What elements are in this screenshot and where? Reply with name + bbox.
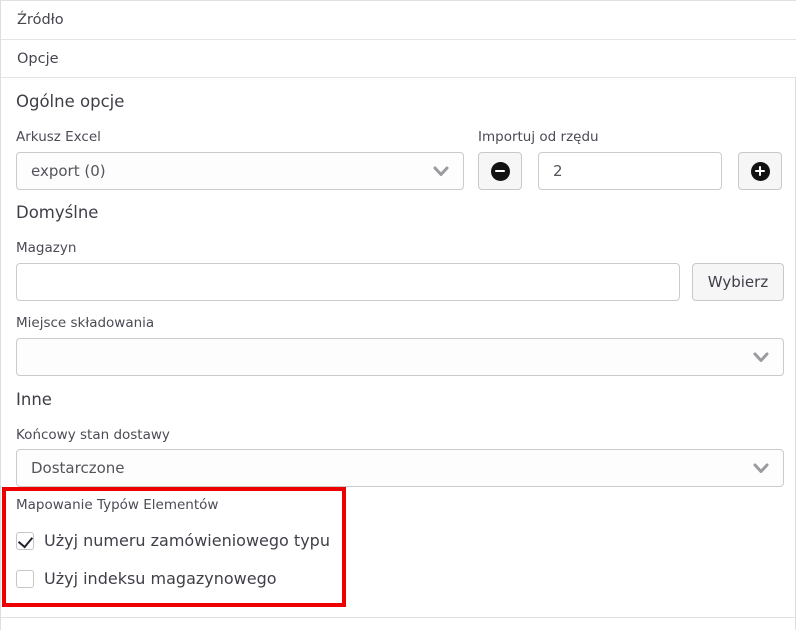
warehouse-label: Magazyn xyxy=(16,240,76,256)
storage-place-label: Miejsce składowania xyxy=(16,315,154,331)
chevron-down-icon xyxy=(753,463,769,474)
final-delivery-state-label: Końcowy stan dostawy xyxy=(16,427,170,443)
increment-row-button[interactable] xyxy=(738,152,782,190)
item-type-mapping-label: Mapowanie Typów Elementów xyxy=(16,497,218,513)
import-from-row-label: Importuj od rzędu xyxy=(478,129,599,145)
checkbox-icon[interactable] xyxy=(16,532,34,550)
storage-place-select[interactable] xyxy=(16,338,784,376)
other-heading: Inne xyxy=(16,390,52,409)
excel-sheet-value: export (0) xyxy=(31,162,425,180)
general-options-heading: Ogólne opcje xyxy=(16,92,124,111)
import-from-row-input[interactable] xyxy=(538,152,722,190)
use-order-number-type-checkbox[interactable]: Użyj numeru zamówieniowego typu xyxy=(16,531,330,550)
defaults-heading: Domyślne xyxy=(16,203,98,222)
decrement-row-button[interactable] xyxy=(478,152,522,190)
right-border xyxy=(795,0,796,630)
excel-sheet-select[interactable]: export (0) xyxy=(16,152,464,190)
left-border xyxy=(0,0,1,630)
use-stock-index-label: Użyj indeksu magazynowego xyxy=(44,569,277,588)
accordion-section-source[interactable]: Źródło xyxy=(1,1,796,40)
excel-sheet-label: Arkusz Excel xyxy=(16,129,101,145)
bottom-separator xyxy=(0,617,796,618)
choose-warehouse-button[interactable]: Wybierz xyxy=(692,263,784,301)
final-delivery-state-value: Dostarczone xyxy=(31,459,745,477)
use-order-number-type-label: Użyj numeru zamówieniowego typu xyxy=(44,531,330,550)
minus-circle-icon xyxy=(491,162,510,181)
warehouse-input[interactable] xyxy=(16,263,680,301)
checkbox-icon[interactable] xyxy=(16,570,34,588)
chevron-down-icon xyxy=(753,352,769,363)
plus-circle-icon xyxy=(751,162,770,181)
use-stock-index-checkbox[interactable]: Użyj indeksu magazynowego xyxy=(16,569,277,588)
accordion-options-label: Opcje xyxy=(17,51,59,67)
import-options-panel: Źródło Opcje Ogólne opcje Arkusz Excel e… xyxy=(0,0,807,630)
accordion-section-options[interactable]: Opcje xyxy=(1,40,796,78)
final-delivery-state-select[interactable]: Dostarczone xyxy=(16,449,784,487)
accordion-source-label: Źródło xyxy=(17,12,64,28)
choose-warehouse-button-label: Wybierz xyxy=(708,273,768,291)
chevron-down-icon xyxy=(433,166,449,177)
